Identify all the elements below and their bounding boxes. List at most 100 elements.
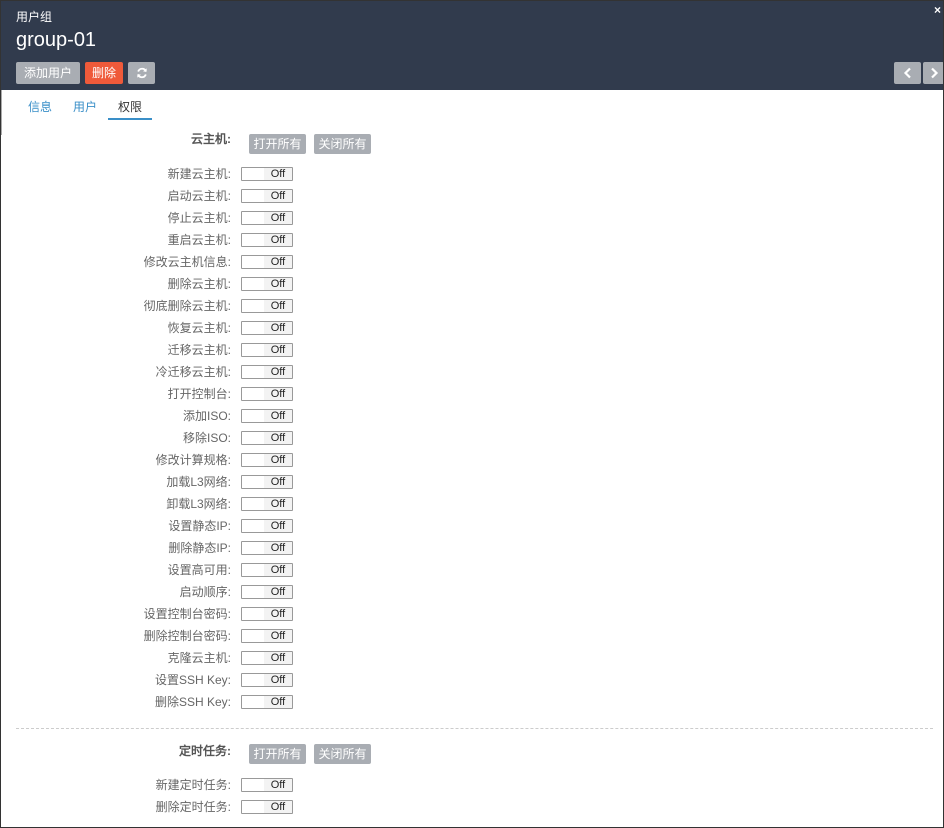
open-all-button[interactable]: 打开所有: [249, 134, 306, 154]
add-user-button[interactable]: 添加用户: [16, 62, 80, 84]
close-icon[interactable]: ×: [934, 4, 941, 16]
permission-toggle[interactable]: Off: [241, 475, 293, 489]
permission-label: 加载L3网络:: [166, 475, 231, 489]
permission-toggle[interactable]: Off: [241, 321, 293, 335]
toggle-state: Off: [264, 564, 292, 576]
permission-label: 设置控制台密码:: [143, 607, 231, 621]
permission-label: 迁移云主机:: [167, 343, 231, 357]
permission-toggle[interactable]: Off: [241, 365, 293, 379]
next-button[interactable]: [923, 62, 943, 84]
chevron-right-icon: [930, 67, 938, 79]
permission-toggle[interactable]: Off: [241, 519, 293, 533]
toggle-state: Off: [264, 542, 292, 554]
permission-toggle[interactable]: Off: [241, 778, 293, 792]
toggle-state: Off: [264, 608, 292, 620]
toggle-state: Off: [264, 344, 292, 356]
permission-toggle[interactable]: Off: [241, 167, 293, 181]
tab-info[interactable]: 信息: [27, 98, 53, 120]
delete-button[interactable]: 删除: [85, 62, 123, 84]
permission-label: 删除SSH Key:: [154, 695, 231, 709]
toggle-state: Off: [264, 586, 292, 598]
permission-label: 设置静态IP:: [168, 519, 231, 533]
toggle-state: Off: [264, 234, 292, 246]
refresh-icon: [136, 67, 147, 79]
permission-toggle[interactable]: Off: [241, 541, 293, 555]
toggle-state: Off: [264, 168, 292, 180]
permission-toggle[interactable]: Off: [241, 585, 293, 599]
toggle-state: Off: [264, 366, 292, 378]
permission-label: 删除云主机:: [167, 277, 231, 291]
permission-toggle[interactable]: Off: [241, 233, 293, 247]
toggle-state: Off: [264, 300, 292, 312]
toggle-state: Off: [264, 388, 292, 400]
toggle-state: Off: [264, 432, 292, 444]
toggle-state: Off: [264, 674, 292, 686]
permission-toggle[interactable]: Off: [241, 387, 293, 401]
toggle-state: Off: [264, 256, 292, 268]
permission-label: 彻底删除云主机:: [143, 299, 231, 313]
permission-toggle[interactable]: Off: [241, 607, 293, 621]
permission-toggle[interactable]: Off: [241, 431, 293, 445]
permission-label: 停止云主机:: [167, 211, 231, 225]
permission-label: 添加ISO:: [182, 409, 231, 423]
permission-toggle[interactable]: Off: [241, 563, 293, 577]
chevron-left-icon: [903, 67, 911, 79]
permission-label: 恢复云主机:: [167, 321, 231, 335]
dialog-frame: 用户组 group-01 × 添加用户 删除 信息 用户 权限 云主机: 打开所…: [0, 0, 944, 828]
section-divider: [16, 728, 933, 729]
permission-label: 启动顺序:: [179, 585, 231, 599]
toggle-state: Off: [264, 696, 292, 708]
permission-toggle[interactable]: Off: [241, 189, 293, 203]
permission-toggle[interactable]: Off: [241, 211, 293, 225]
permission-label: 移除ISO:: [182, 431, 231, 445]
permission-label: 打开控制台:: [167, 387, 231, 401]
header-kicker: 用户组: [16, 10, 53, 24]
permission-toggle[interactable]: Off: [241, 673, 293, 687]
tab-permissions[interactable]: 权限: [108, 98, 152, 120]
permission-toggle[interactable]: Off: [241, 255, 293, 269]
section-title: 定时任务:: [179, 744, 231, 758]
permission-label: 设置SSH Key:: [154, 673, 231, 687]
toggle-state: Off: [264, 212, 292, 224]
permission-label: 新建定时任务:: [155, 778, 231, 792]
close-all-button[interactable]: 关闭所有: [314, 744, 371, 764]
tab-users[interactable]: 用户: [72, 98, 98, 120]
toggle-state: Off: [264, 520, 292, 532]
permission-label: 冷迁移云主机:: [155, 365, 231, 379]
permission-label: 卸载L3网络:: [166, 497, 231, 511]
permission-label: 重启云主机:: [167, 233, 231, 247]
toggle-state: Off: [264, 476, 292, 488]
close-all-button[interactable]: 关闭所有: [314, 134, 371, 154]
header-bar: 用户组 group-01 × 添加用户 删除: [1, 1, 943, 90]
permission-toggle[interactable]: Off: [241, 629, 293, 643]
permission-toggle[interactable]: Off: [241, 343, 293, 357]
toggle-state: Off: [264, 652, 292, 664]
permission-toggle[interactable]: Off: [241, 800, 293, 814]
tab-bar: 信息 用户 权限: [1, 90, 943, 120]
refresh-button[interactable]: [128, 62, 155, 84]
permission-toggle[interactable]: Off: [241, 453, 293, 467]
prev-button[interactable]: [894, 62, 921, 84]
permission-toggle[interactable]: Off: [241, 409, 293, 423]
permission-label: 新建云主机:: [167, 167, 231, 181]
open-all-button[interactable]: 打开所有: [249, 744, 306, 764]
permission-label: 启动云主机:: [167, 189, 231, 203]
toggle-state: Off: [264, 322, 292, 334]
permission-label: 设置高可用:: [167, 563, 231, 577]
permission-toggle[interactable]: Off: [241, 695, 293, 709]
permission-label: 删除控制台密码:: [143, 629, 231, 643]
section-title: 云主机:: [191, 132, 231, 146]
toggle-state: Off: [264, 779, 292, 791]
permission-label: 删除静态IP:: [168, 541, 231, 555]
toggle-state: Off: [264, 278, 292, 290]
permission-label: 克隆云主机:: [167, 651, 231, 665]
permission-toggle[interactable]: Off: [241, 497, 293, 511]
permission-toggle[interactable]: Off: [241, 299, 293, 313]
toggle-state: Off: [264, 190, 292, 202]
permission-label: 修改云主机信息:: [143, 255, 231, 269]
permission-toggle[interactable]: Off: [241, 277, 293, 291]
permission-toggle[interactable]: Off: [241, 651, 293, 665]
permission-label: 修改计算规格:: [155, 453, 231, 467]
toggle-state: Off: [264, 801, 292, 813]
toggle-state: Off: [264, 454, 292, 466]
